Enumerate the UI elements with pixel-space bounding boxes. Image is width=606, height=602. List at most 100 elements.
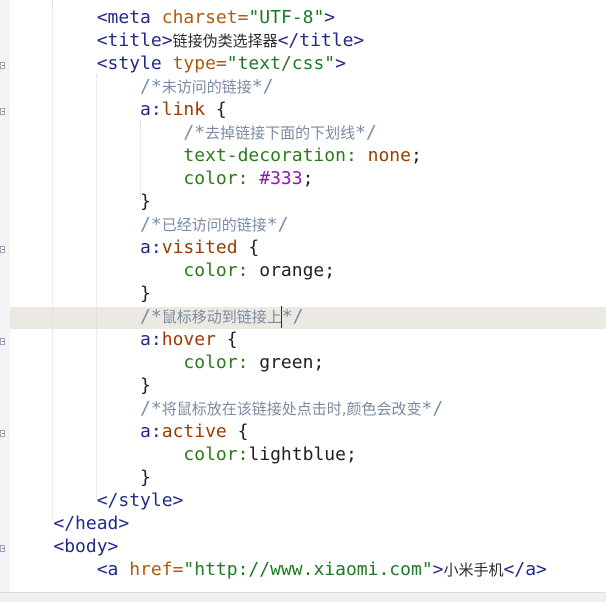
code-token: color: (183, 444, 249, 465)
editor-gutter (0, 0, 10, 601)
code-line[interactable]: <meta charset="UTF-8"> (10, 6, 335, 29)
code-token: 未访问的链接 (161, 78, 252, 96)
code-token: <a (96, 559, 130, 580)
code-line[interactable]: color:lightblue; (10, 443, 357, 466)
code-token: 去掉链接下面的下划线 (205, 124, 356, 142)
code-token: green; (259, 352, 325, 373)
code-token: */ (266, 214, 289, 235)
code-line[interactable]: <body> (10, 535, 118, 558)
code-token: > (335, 53, 346, 74)
code-token: /* (140, 306, 162, 327)
code-line[interactable]: } (10, 374, 151, 397)
text-cursor (281, 306, 282, 328)
fold-toggle-icon[interactable] (0, 338, 5, 345)
code-token: /* (140, 398, 162, 419)
code-token: </a> (503, 559, 547, 580)
code-token: type= (172, 53, 227, 74)
code-token: <style (96, 53, 173, 74)
code-line[interactable]: a:hover { (10, 328, 238, 351)
code-token: "text/css" (226, 53, 336, 74)
code-token: hover (161, 329, 216, 350)
code-token: lightblue; (248, 444, 357, 465)
code-line[interactable]: a:link { (10, 98, 227, 121)
code-token: a: (140, 421, 162, 442)
code-line[interactable]: color: #333; (10, 167, 313, 190)
code-token: { (226, 421, 249, 442)
code-token: { (215, 329, 238, 350)
code-token: a: (140, 237, 162, 258)
code-token: } (140, 191, 151, 212)
code-token: </style> (96, 490, 184, 511)
code-token: a: (140, 329, 162, 350)
code-line[interactable]: a:active { (10, 420, 248, 443)
code-line[interactable]: <title>链接伪类选择器</title> (10, 29, 365, 52)
code-line[interactable]: <a href="http://www.xiaomi.com">小米手机</a> (10, 558, 547, 581)
code-token: /* (183, 122, 206, 143)
fold-toggle-icon[interactable] (0, 545, 5, 552)
code-token: active (161, 421, 227, 442)
code-token: ; (410, 145, 422, 166)
code-token: /* (140, 76, 162, 97)
code-token: text-decoration: (183, 145, 368, 166)
code-token: */ (355, 122, 377, 143)
code-line[interactable]: /*鼠标移动到链接上*/ (10, 305, 303, 328)
code-line[interactable]: /*去掉链接下面的下划线*/ (10, 121, 377, 144)
code-token: color: (183, 352, 260, 373)
code-line[interactable]: a:visited { (10, 236, 259, 259)
code-token: #333 (259, 168, 303, 189)
code-token: } (140, 375, 151, 396)
code-token: ; (302, 168, 314, 189)
code-token: > (432, 559, 444, 580)
code-line[interactable]: } (10, 466, 151, 489)
code-line[interactable]: text-decoration: none; (10, 144, 422, 167)
fold-toggle-icon[interactable] (0, 62, 5, 69)
code-line[interactable]: } (10, 282, 151, 305)
code-line[interactable]: /*将鼠标放在该链接处点击时,颜色会改变*/ (10, 397, 443, 420)
code-line[interactable]: color: green; (10, 351, 324, 374)
code-token: "UTF-8" (248, 7, 325, 28)
code-token: none (367, 145, 411, 166)
code-line[interactable]: <style type="text/css"> (10, 52, 346, 75)
code-line[interactable]: </style> (10, 489, 184, 512)
code-token: 小米手机 (443, 561, 504, 579)
code-token: } (140, 467, 151, 488)
code-token: charset= (161, 7, 249, 28)
code-token: color: (183, 260, 260, 281)
code-line[interactable]: /*已经访问的链接*/ (10, 213, 288, 236)
code-token: href= (129, 559, 184, 580)
code-line[interactable]: </head> (10, 512, 129, 535)
code-token: a: (140, 99, 162, 120)
code-line[interactable]: } (10, 190, 151, 213)
code-token: */ (421, 398, 444, 419)
code-token: /* (140, 214, 162, 235)
code-token: link (161, 99, 206, 120)
fold-toggle-icon[interactable] (0, 246, 5, 253)
code-token: 将鼠标放在该链接处点击时,颜色会改变 (161, 400, 422, 418)
fold-toggle-icon[interactable] (0, 430, 5, 437)
code-token: </title> (277, 30, 365, 51)
code-token: } (140, 283, 151, 304)
code-line[interactable]: /*未访问的链接*/ (10, 75, 273, 98)
code-token: { (237, 237, 260, 258)
code-line[interactable]: color: orange; (10, 259, 335, 282)
code-token: 链接伪类选择器 (172, 32, 278, 50)
fold-toggle-icon[interactable] (0, 108, 5, 115)
